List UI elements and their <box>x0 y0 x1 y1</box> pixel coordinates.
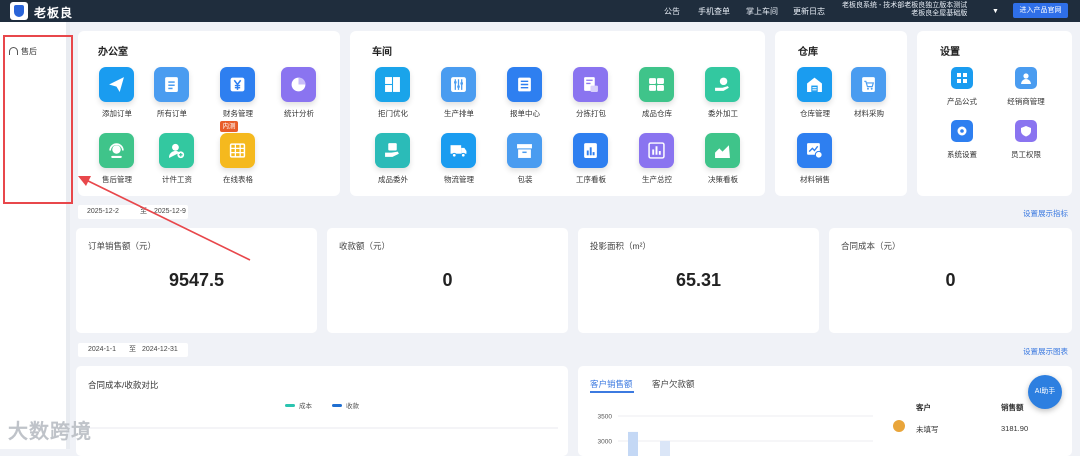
ai-assistant-button[interactable]: AI助手 <box>1028 375 1062 409</box>
watermark: 大数跨境 <box>8 421 92 443</box>
annotation-arrow <box>78 176 251 261</box>
